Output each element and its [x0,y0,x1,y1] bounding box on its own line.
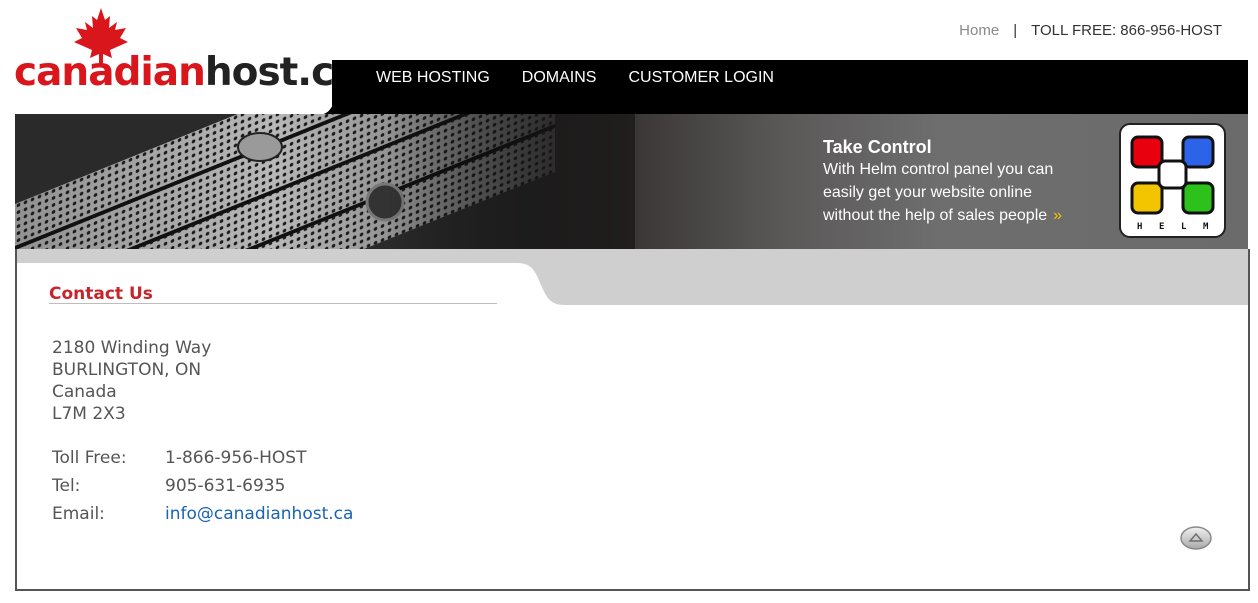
promo-arrow-icon[interactable]: » [1053,207,1062,224]
contact-details: Toll Free: 1-866-956-HOST Tel: 905-631-6… [52,444,353,528]
page-title: Contact Us [49,284,153,304]
promo-line-1: With Helm control panel you can [823,161,1054,178]
nav-domains[interactable]: DOMAINS [522,69,597,87]
address-street: 2180 Winding Way [52,338,212,358]
server-rack-image [15,114,635,249]
promo-block[interactable]: Take Control With Helm control panel you… [823,136,1062,227]
promo-title: Take Control [823,137,932,157]
helm-letter-e: E [1159,222,1164,232]
separator: | [1013,22,1018,39]
contact-label: Tel: [52,476,81,496]
scroll-to-top-icon[interactable] [1179,525,1213,551]
contact-value-tel: 905-631-6935 [165,476,286,496]
content-panel: Contact Us 2180 Winding Way BURLINGTON, … [15,249,1250,591]
title-divider [49,303,497,304]
address-country: Canada [52,382,117,402]
site-logo[interactable]: canadianhost.ca [14,8,360,98]
hero-banner: Take Control With Helm control panel you… [15,114,1248,249]
contact-row-tollfree: Toll Free: 1-866-956-HOST [52,444,353,472]
page: Home | TOLL FREE: 866-956-HOST canadianh… [0,0,1258,603]
contact-label: Toll Free: [52,448,127,468]
helm-letter-m: M [1203,222,1209,232]
helm-logo[interactable]: H E L M [1119,123,1226,238]
nav-web-hosting[interactable]: WEB HOSTING [376,69,490,87]
contact-label: Email: [52,504,105,524]
contact-row-email: Email: info@canadianhost.ca [52,500,353,528]
main-nav: WEB HOSTING DOMAINS CUSTOMER LOGIN [376,69,774,87]
home-link[interactable]: Home [959,22,999,39]
toll-free-number: TOLL FREE: 866-956-HOST [1031,22,1222,39]
email-link[interactable]: info@canadianhost.ca [165,504,353,524]
helm-letter-l: L [1181,222,1187,232]
promo-line-3: without the help of sales people [823,207,1048,224]
promo-line-2: easily get your website online [823,184,1033,201]
helm-letter-h: H [1137,222,1142,232]
address-postal: L7M 2X3 [52,404,126,424]
logo-text-canadian: canadian [14,50,206,95]
nav-customer-login[interactable]: CUSTOMER LOGIN [628,69,774,87]
address-city: BURLINGTON, ON [52,360,202,380]
logo-wordmark: canadianhost.ca [14,50,360,95]
contact-row-tel: Tel: 905-631-6935 [52,472,353,500]
top-links: Home | TOLL FREE: 866-956-HOST [959,22,1222,39]
contact-value-tollfree: 1-866-956-HOST [165,448,307,468]
address-block: 2180 Winding Way BURLINGTON, ON Canada L… [52,337,211,425]
